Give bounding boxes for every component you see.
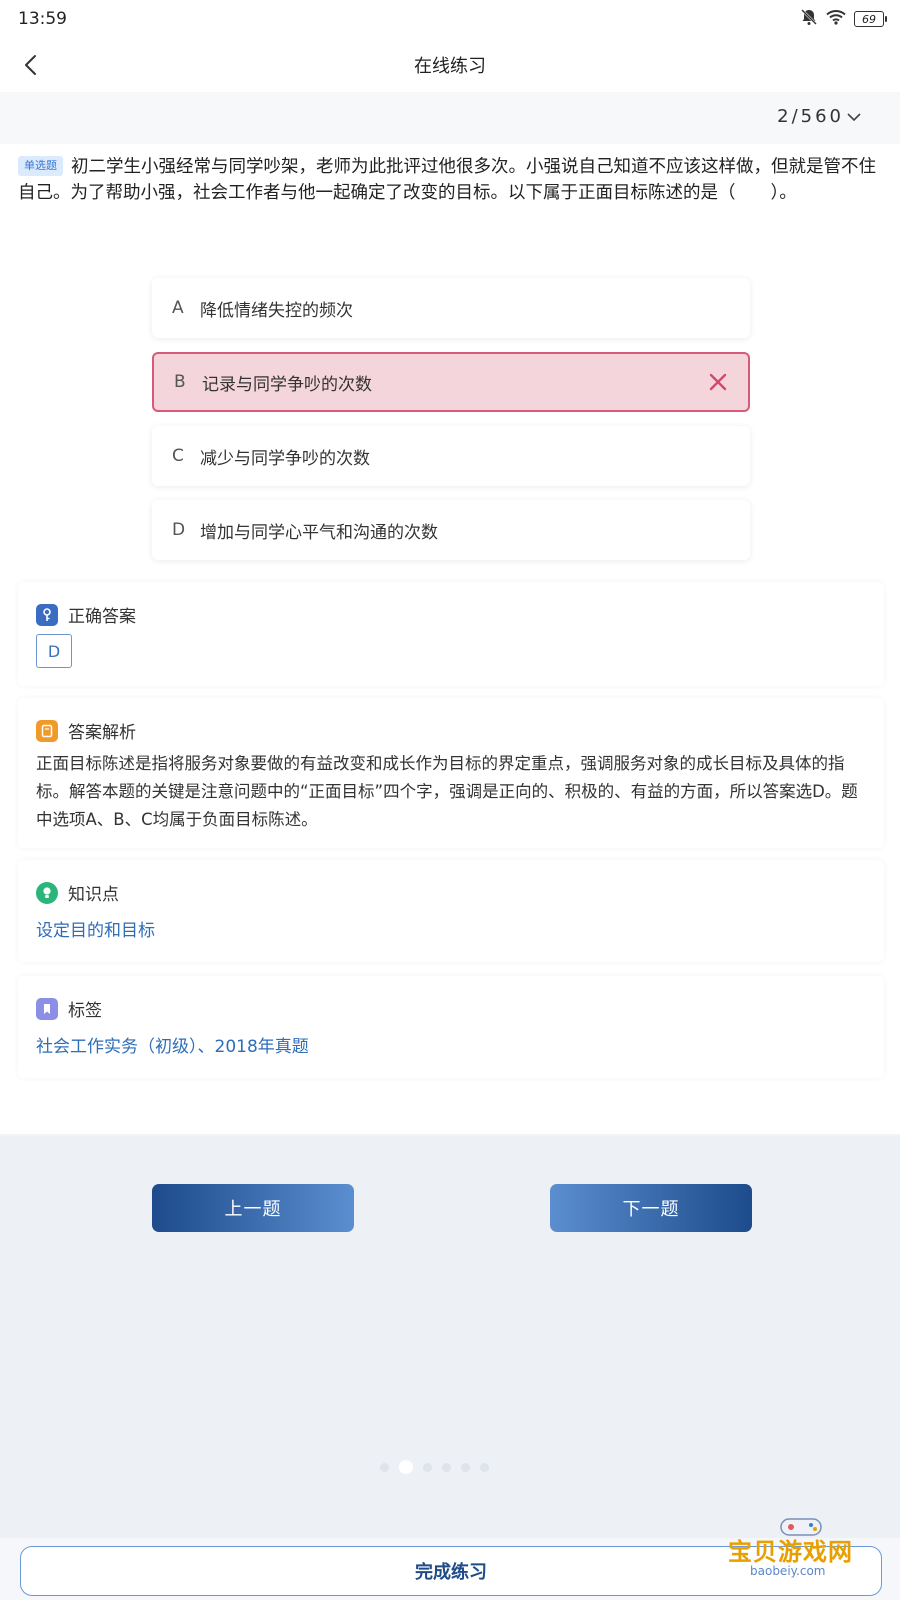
chevron-down-icon: [847, 112, 861, 121]
bell-muted-icon: [800, 8, 818, 31]
back-button[interactable]: [14, 48, 48, 82]
prev-question-button[interactable]: 上一题: [152, 1184, 354, 1232]
progress-bar: 2/560: [0, 92, 900, 144]
analysis-card: 答案解析 正面目标陈述是指将服务对象要做的有益改变和成长作为目标的界定重点，强调…: [18, 698, 884, 848]
option-b[interactable]: B 记录与同学争吵的次数: [152, 352, 750, 412]
watermark-title: 宝贝游戏网: [728, 1538, 853, 1566]
page-dot: [461, 1462, 470, 1472]
option-text: 减少与同学争吵的次数: [200, 448, 370, 469]
question-stem: 单选题 初二学生小强经常与同学吵架，老师为此批评过他很多次。小强说自己知道不应该这…: [18, 154, 884, 206]
question-type-badge: 单选题: [18, 156, 63, 176]
option-text: 降低情绪失控的频次: [200, 300, 353, 321]
question-sheet: 2/560 单选题 初二学生小强经常与同学吵架，老师为此批评过他很多次。小强说自己…: [0, 92, 900, 1136]
status-bar: 13:59 69: [0, 0, 900, 38]
analysis-label: 答案解析: [68, 723, 136, 743]
tags-header: 标签: [36, 996, 102, 1021]
top-bar: 在线练习: [0, 38, 900, 92]
knowledge-header: 知识点: [36, 880, 119, 905]
knowledge-label: 知识点: [68, 885, 119, 905]
book-icon: [36, 719, 58, 742]
option-d[interactable]: D 增加与同学心平气和沟通的次数: [152, 500, 750, 560]
page-indicator: [380, 1460, 489, 1474]
status-icons: 69: [800, 8, 887, 31]
correct-answer-header: 正确答案: [36, 602, 136, 627]
analysis-header: 答案解析: [36, 718, 136, 743]
option-letter: A: [172, 298, 184, 318]
page-dot: [480, 1462, 489, 1472]
option-letter: C: [172, 446, 184, 466]
analysis-text: 正面目标陈述是指将服务对象要做的有益改变和成长作为目标的界定重点，强调服务对象的…: [36, 754, 858, 829]
page-dot: [423, 1462, 432, 1472]
watermark-logo: 宝贝游戏网 baobeiy.com: [724, 1514, 884, 1588]
progress-selector[interactable]: 2/560: [777, 106, 862, 127]
key-icon: [36, 603, 58, 626]
correct-answer-value: D: [36, 634, 72, 668]
chevron-left-icon: [25, 55, 36, 75]
page-title: 在线练习: [414, 56, 486, 77]
option-letter: B: [174, 372, 186, 392]
page-dot: [380, 1462, 389, 1472]
correct-answer-card: 正确答案 D: [18, 582, 884, 686]
knowledge-link[interactable]: 设定目的和目标: [36, 916, 155, 941]
question-panel: 单选题 初二学生小强经常与同学吵架，老师为此批评过他很多次。小强说自己知道不应该这…: [0, 144, 900, 1134]
next-question-button[interactable]: 下一题: [550, 1184, 752, 1232]
correct-answer-label: 正确答案: [68, 607, 136, 627]
option-a[interactable]: A 降低情绪失控的频次: [152, 278, 750, 338]
tags-label: 标签: [68, 1001, 102, 1021]
option-text: 记录与同学争吵的次数: [202, 374, 372, 395]
lightbulb-icon: [36, 881, 58, 904]
wrong-x-icon: [709, 373, 727, 391]
status-time: 13:59: [18, 9, 67, 29]
battery-icon: 69: [854, 11, 887, 27]
bookmark-icon: [36, 997, 58, 1020]
option-text: 增加与同学心平气和沟通的次数: [200, 522, 438, 543]
question-text: 初二学生小强经常与同学吵架，老师为此批评过他很多次。小强说自己知道不应该这样做，…: [18, 157, 876, 203]
knowledge-card: 知识点 设定目的和目标: [18, 860, 884, 962]
tags-card: 标签 社会工作实务（初级）、2018年真题: [18, 976, 884, 1078]
option-c[interactable]: C 减少与同学争吵的次数: [152, 426, 750, 486]
wifi-icon: [826, 9, 846, 30]
watermark-url: baobeiy.com: [750, 1564, 826, 1578]
progress-text: 2/560: [777, 106, 844, 127]
page-dot-active: [399, 1460, 413, 1474]
tags-link[interactable]: 社会工作实务（初级）、2018年真题: [36, 1032, 309, 1057]
page-dot: [442, 1462, 451, 1472]
option-letter: D: [172, 520, 186, 540]
